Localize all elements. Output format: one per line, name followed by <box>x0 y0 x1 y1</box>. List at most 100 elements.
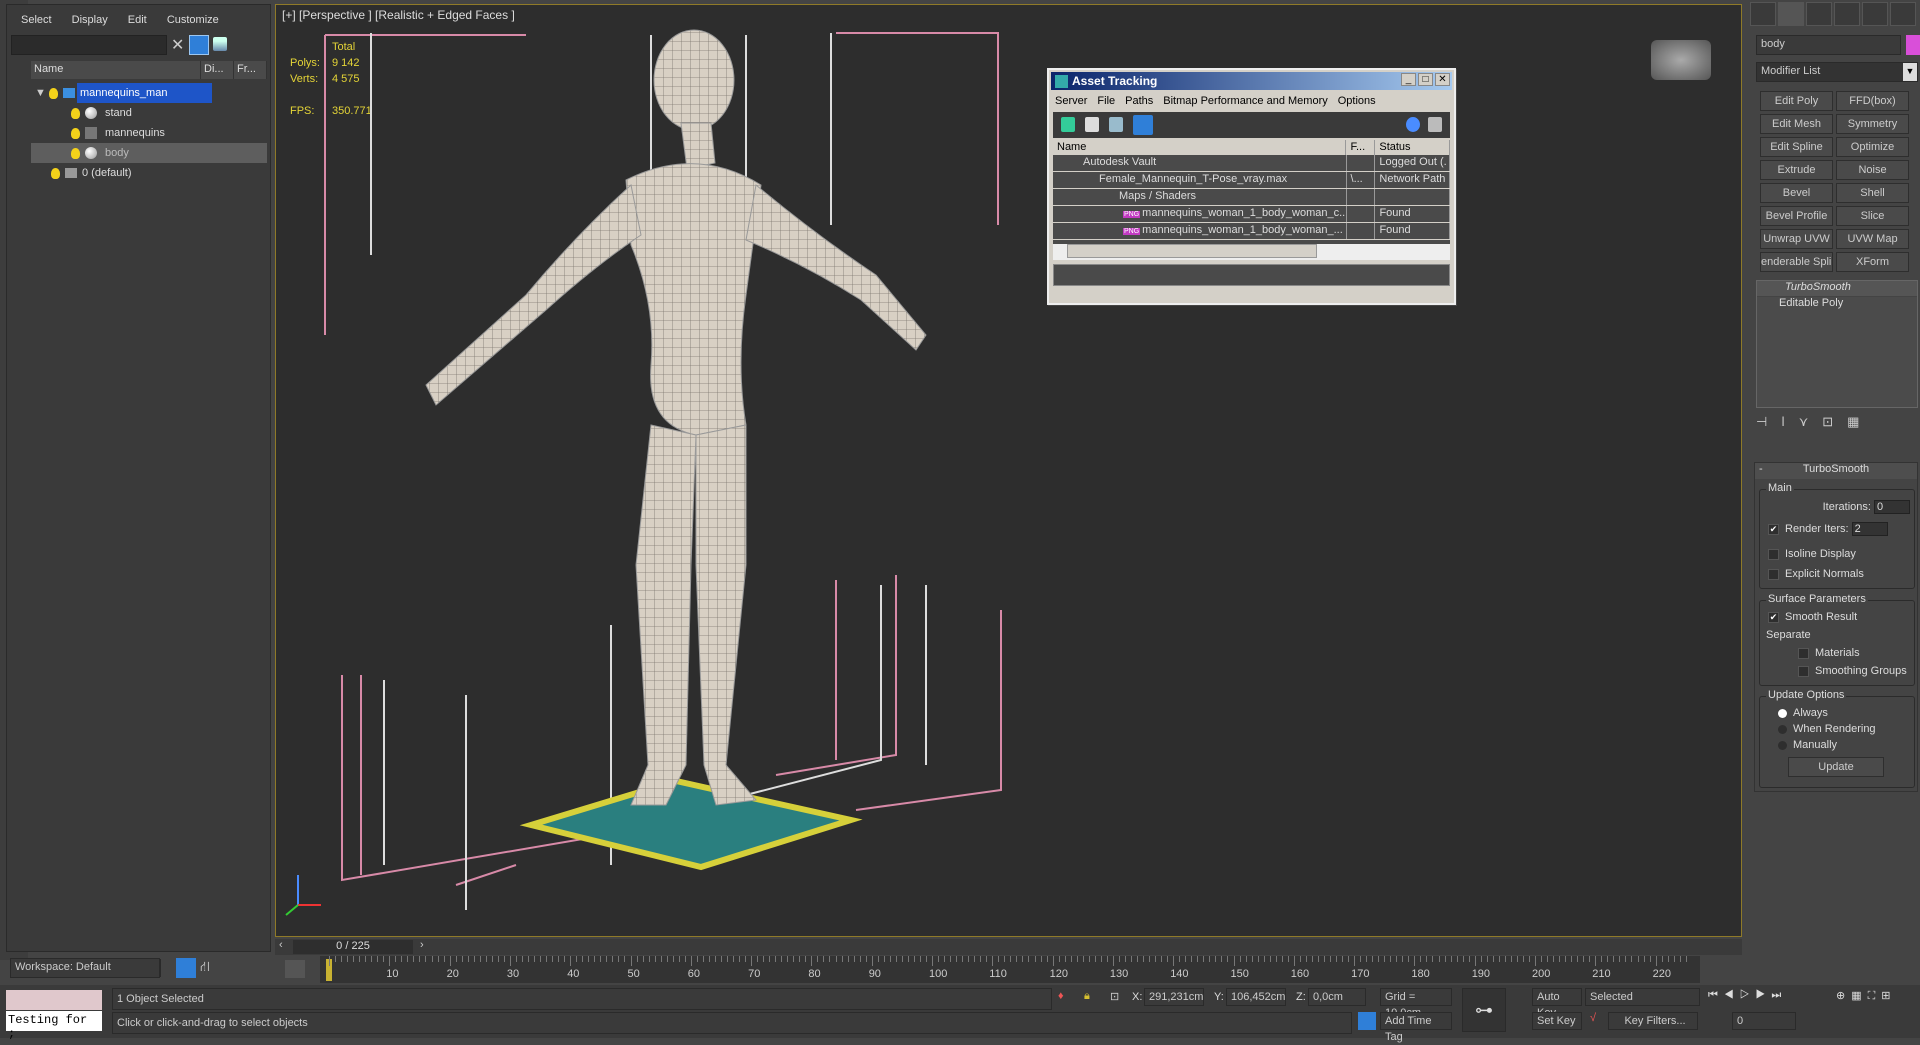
asset-row[interactable]: Autodesk Vault Logged Out (. <box>1053 155 1451 172</box>
layers-icon[interactable] <box>213 37 227 51</box>
x-coordinate[interactable]: 291,231cm <box>1144 988 1204 1006</box>
curve-icon[interactable]: √ <box>1590 1012 1596 1024</box>
isolate-icon[interactable]: ♦ <box>1058 990 1064 1002</box>
menu-select[interactable]: Select <box>21 14 52 26</box>
menu-server[interactable]: Server <box>1055 95 1087 107</box>
expand-arrow-icon[interactable]: ▼ <box>35 87 49 99</box>
time-slider-thumb[interactable]: 0 / 225 <box>293 940 413 954</box>
clear-search-icon[interactable]: ✕ <box>171 35 184 55</box>
modifier-button[interactable]: Edit Spline <box>1760 137 1833 157</box>
time-tag-icon[interactable] <box>1358 1012 1376 1030</box>
col-freeze[interactable]: Fr... <box>234 61 267 79</box>
help-icon[interactable] <box>1406 117 1420 132</box>
maxscript-listener-top[interactable] <box>6 990 102 1010</box>
materials-checkbox[interactable] <box>1798 647 1809 659</box>
prev-frame-icon[interactable]: ‹ <box>279 939 283 951</box>
render-iters-spinner[interactable]: 2 <box>1851 522 1888 536</box>
modifier-button[interactable]: Edit Poly <box>1760 91 1833 111</box>
collapse-toggle[interactable]: - <box>1759 463 1763 475</box>
perspective-viewport[interactable]: [+] [Perspective ] [Realistic + Edged Fa… <box>275 4 1742 937</box>
asset-row[interactable]: PNG mannequins_woman_1_body_woman_... Foun… <box>1053 223 1450 240</box>
stack-item-editable-poly[interactable]: Editable Poly <box>1757 297 1917 313</box>
modifier-button[interactable]: enderable Splin <box>1760 252 1833 272</box>
tree-row-mannequins[interactable]: mannequins <box>31 123 267 143</box>
menu-options[interactable]: Options <box>1338 95 1376 107</box>
modifier-button[interactable]: Slice <box>1836 206 1909 226</box>
scroll-thumb[interactable] <box>1067 244 1317 258</box>
filter-toggle-icon[interactable] <box>189 35 209 55</box>
lock-selection-icon[interactable]: 🔒︎ <box>1084 990 1090 1003</box>
modifier-button[interactable]: FFD(box) <box>1836 91 1909 111</box>
mini-curve-editor-icon[interactable] <box>285 960 305 978</box>
track-bar[interactable]: 10 20 30 40 50 60 70 80 90 100 110 120 130 140 150 160 1… <box>320 956 1700 983</box>
set-key-button[interactable]: Set Key <box>1532 1012 1582 1030</box>
menu-edit[interactable]: Edit <box>128 14 147 26</box>
key-icon[interactable]: ⊶ <box>1462 988 1506 1032</box>
rollout-header[interactable]: - TurboSmooth <box>1755 463 1917 479</box>
viewcube[interactable] <box>1651 40 1711 80</box>
object-color-swatch[interactable] <box>1906 35 1920 55</box>
viewport-nav-controls[interactable]: ⊕▦⛶⊞ <box>1836 989 1897 1003</box>
context-help-icon[interactable] <box>1428 117 1442 132</box>
playback-controls[interactable]: ⏮◀▷▶⏭ <box>1708 989 1787 1002</box>
visibility-bulb-icon[interactable] <box>49 87 58 99</box>
col-full-path[interactable]: F... <box>1346 140 1376 155</box>
hierarchy-icon[interactable]: ⛙ <box>200 958 210 977</box>
absolute-mode-icon[interactable]: ⊡ <box>1110 990 1119 1003</box>
menu-bitmap[interactable]: Bitmap Performance and Memory <box>1163 95 1327 107</box>
modifier-button[interactable]: UVW Map <box>1836 229 1909 249</box>
modify-tab-icon[interactable] <box>1778 2 1804 26</box>
render-iters-checkbox[interactable]: ✔ <box>1768 523 1779 535</box>
col-display[interactable]: Di... <box>201 61 234 79</box>
visibility-bulb-icon[interactable] <box>71 147 80 159</box>
smoothing-groups-checkbox[interactable] <box>1798 665 1809 677</box>
search-input[interactable] <box>11 35 167 55</box>
modifier-button[interactable]: Bevel Profile <box>1760 206 1833 226</box>
update-button[interactable]: Update <box>1788 757 1884 777</box>
modifier-button[interactable]: Bevel <box>1760 183 1833 203</box>
workspace-select[interactable]: Workspace: Default <box>10 958 160 978</box>
table-view-icon[interactable] <box>1133 115 1153 135</box>
smooth-result-checkbox[interactable]: ✔ <box>1768 611 1779 623</box>
modifier-button[interactable]: Optimize <box>1836 137 1909 157</box>
col-status[interactable]: Status <box>1375 140 1450 155</box>
menu-file[interactable]: File <box>1097 95 1115 107</box>
modifier-list-dropdown[interactable]: Modifier List ▼ <box>1756 62 1918 82</box>
horizontal-scrollbar[interactable] <box>1053 244 1450 260</box>
asset-row[interactable]: PNG mannequins_woman_1_body_woman_c... Fou… <box>1053 206 1450 223</box>
menu-display[interactable]: Display <box>72 14 108 26</box>
menu-paths[interactable]: Paths <box>1125 95 1153 107</box>
tree-row-default-layer[interactable]: 0 (default) <box>31 163 267 183</box>
asset-row[interactable]: Maps / Shaders <box>1053 189 1451 206</box>
maxscript-input[interactable]: Testing for ; <box>6 1011 102 1041</box>
tree-row-body[interactable]: body <box>31 143 267 163</box>
utilities-tab-icon[interactable] <box>1890 2 1916 26</box>
object-name-input[interactable]: body <box>1756 35 1901 55</box>
visibility-bulb-icon[interactable] <box>51 167 60 179</box>
dropdown-arrow-icon[interactable]: ▼ <box>1903 63 1917 81</box>
modifier-button[interactable]: Extrude <box>1760 160 1833 180</box>
minimize-button[interactable]: _ <box>1401 73 1416 86</box>
motion-tab-icon[interactable] <box>1834 2 1860 26</box>
layer-explorer-icon[interactable] <box>176 958 196 978</box>
tree-row-stand[interactable]: stand <box>31 103 267 123</box>
modifier-button[interactable]: Shell <box>1836 183 1909 203</box>
next-frame-icon[interactable]: › <box>420 939 424 951</box>
key-mode-dropdown[interactable]: Selected <box>1585 988 1700 1006</box>
display-tab-icon[interactable] <box>1862 2 1888 26</box>
explicit-normals-checkbox[interactable] <box>1768 568 1779 580</box>
modifier-button[interactable]: Unwrap UVW <box>1760 229 1833 249</box>
col-name[interactable]: Name <box>31 61 201 79</box>
asset-row[interactable]: Female_Mannequin_T-Pose_vray.max \... Netw… <box>1053 172 1450 189</box>
always-radio[interactable] <box>1778 708 1787 718</box>
modifier-button[interactable]: Edit Mesh <box>1760 114 1833 134</box>
y-coordinate[interactable]: 106,452cm <box>1226 988 1286 1006</box>
iterations-spinner[interactable]: 0 <box>1874 500 1910 514</box>
modifier-button[interactable]: XForm <box>1836 252 1909 272</box>
menu-customize[interactable]: Customize <box>167 14 219 26</box>
close-button[interactable]: ✕ <box>1435 73 1450 86</box>
hierarchy-tab-icon[interactable] <box>1806 2 1832 26</box>
auto-key-button[interactable]: Auto Key <box>1532 988 1582 1019</box>
tree-row-mannequins-man[interactable]: ▼ mannequins_man <box>31 83 267 103</box>
modifier-button[interactable]: Noise <box>1836 160 1909 180</box>
